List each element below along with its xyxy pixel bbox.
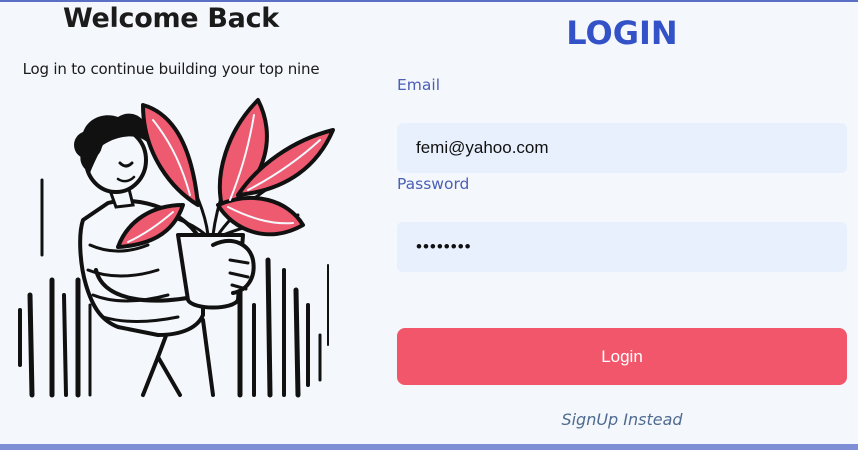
email-field[interactable]	[397, 123, 847, 173]
person-holding-plant-illustration	[18, 98, 335, 398]
welcome-subtitle: Log in to continue building your top nin…	[22, 60, 320, 78]
password-field[interactable]	[397, 222, 847, 272]
top-border	[0, 0, 858, 2]
password-label: Password	[397, 175, 470, 193]
bottom-border	[0, 444, 858, 450]
login-title: LOGIN	[566, 14, 678, 52]
email-label: Email	[397, 76, 441, 94]
login-button[interactable]: Login	[397, 328, 847, 385]
signup-instead-link[interactable]: SignUp Instead	[397, 410, 847, 429]
welcome-title: Welcome Back	[63, 3, 279, 34]
